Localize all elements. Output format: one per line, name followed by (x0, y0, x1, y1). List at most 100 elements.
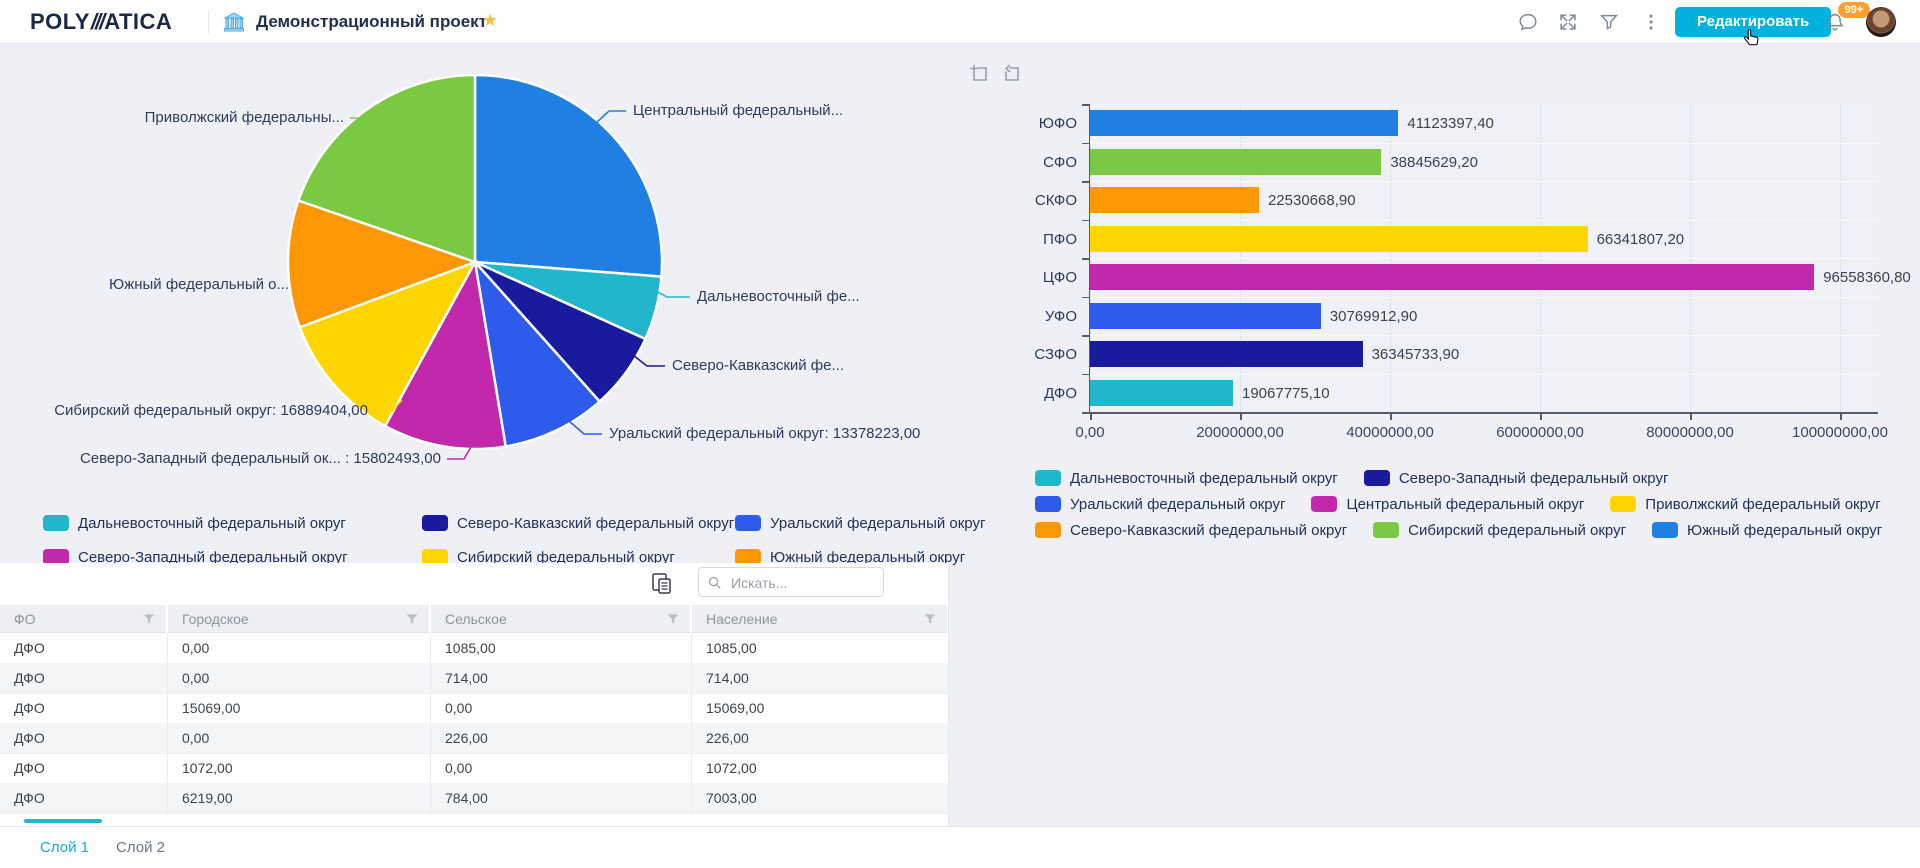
table-cell: 1085,00 (431, 633, 692, 663)
row-divider (0, 813, 948, 814)
bar-legend-row: Дальневосточный федеральный округ Северо-… (1035, 465, 1882, 491)
column-header-1[interactable]: ФО (0, 605, 168, 633)
bar-legend-item[interactable]: Дальневосточный федеральный округ (1035, 470, 1338, 487)
column-header-label: ФО (14, 611, 36, 627)
fullscreen-icon[interactable] (1557, 11, 1579, 33)
column-header-3[interactable]: Сельское (431, 605, 692, 633)
polymatica-logo[interactable]: POLY///ATICA (30, 9, 172, 35)
table-header-row: ФО Городское Сельское Население (0, 605, 948, 633)
bar-legend-item[interactable]: Центральный федеральный округ (1311, 496, 1584, 513)
x-axis-line (1083, 412, 1878, 414)
y-axis-category-label: СЗФО (1034, 346, 1077, 364)
table-horizontal-scrollbar[interactable] (24, 819, 102, 823)
tab-слой-2[interactable]: Слой 2 (116, 827, 165, 868)
search-icon (708, 576, 721, 589)
bar-legend-item[interactable]: Северо-Кавказский федеральный округ (1035, 522, 1347, 539)
column-header-4[interactable]: Население (692, 605, 948, 633)
legend-label: Северо-Западный федеральный округ (1398, 469, 1669, 487)
legend-swatch-icon (1652, 522, 1679, 538)
table-row[interactable]: ДФО 0,00 714,00 714,00 (0, 663, 948, 693)
table-row[interactable]: ДФО 15069,00 0,00 15069,00 (0, 693, 948, 723)
legend-swatch-icon (1035, 522, 1061, 538)
bar-legend-item[interactable]: Южный федеральный округ (1652, 522, 1882, 539)
y-axis-tick (1082, 181, 1089, 183)
favorite-star-icon[interactable]: ★ (482, 10, 498, 31)
bar-legend-item[interactable]: Северо-Западный федеральный округ (1363, 469, 1669, 487)
x-axis-tick-label: 60000000,00 (1496, 424, 1584, 441)
bar-value-label: 22530668,90 (1267, 192, 1356, 210)
table-row[interactable]: ДФО 0,00 1085,00 1085,00 (0, 633, 948, 663)
pie-legend-item[interactable]: Уральский федеральный округ (735, 515, 985, 532)
bar-legend-item[interactable]: Приволжский федеральный округ (1610, 495, 1881, 513)
x-axis-tick (1090, 414, 1092, 420)
bar-chart-panel: 0,00 20000000,00 40000000,00 60000000,00 800… (955, 44, 1920, 570)
x-axis-tick (1840, 414, 1842, 420)
table-cell: ДФО (0, 783, 168, 813)
bar-ПФО[interactable] (1090, 225, 1588, 252)
bar-ЮФО[interactable] (1090, 110, 1399, 137)
y-axis-tick (1082, 296, 1089, 298)
bar-ДФО[interactable] (1090, 379, 1233, 406)
filter-funnel-icon[interactable] (666, 612, 680, 626)
column-header-label: Городское (182, 611, 249, 627)
x-axis-tick-label: 20000000,00 (1196, 424, 1284, 441)
filter-funnel-icon[interactable] (142, 612, 156, 626)
user-avatar[interactable] (1866, 7, 1896, 37)
table-row[interactable]: ДФО 6219,00 784,00 7003,00 (0, 783, 948, 813)
y-axis-category-label: СКФО (1034, 192, 1077, 210)
gridline-horizontal (1090, 335, 1878, 336)
bar-СЗФО[interactable] (1090, 341, 1363, 368)
bar-СКФО[interactable] (1090, 187, 1259, 214)
bar-legend-item[interactable]: Сибирский федеральный округ (1373, 522, 1626, 539)
legend-swatch-icon (1311, 496, 1338, 512)
table-row[interactable]: ДФО 1072,00 0,00 1072,00 (0, 753, 948, 783)
filter-funnel-icon[interactable] (405, 612, 419, 626)
y-axis-category-label: УФО (1044, 307, 1077, 325)
bar-legend-item[interactable]: Уральский федеральный округ (1035, 496, 1285, 513)
table-cell: ДФО (0, 753, 168, 783)
bar-value-label: 38845629,20 (1390, 153, 1478, 171)
y-axis-category-label: ЦФО (1042, 269, 1077, 287)
legend-label: Сибирский федеральный округ (1408, 521, 1627, 539)
column-header-2[interactable]: Городское (168, 605, 431, 633)
bar-plot-area[interactable] (1090, 104, 1878, 412)
table-cell: 784,00 (431, 783, 692, 813)
x-axis-tick (1690, 414, 1692, 420)
table-cell: ДФО (0, 663, 168, 693)
bar-ЦФО[interactable] (1090, 264, 1815, 291)
tab-слой-1[interactable]: Слой 1 (40, 827, 89, 868)
table-cell: 1072,00 (692, 753, 948, 783)
legend-label: Приволжский федеральный округ (1645, 495, 1881, 513)
zoom-selection-icon[interactable] (968, 62, 992, 86)
table-cell: 15069,00 (168, 693, 431, 723)
copy-table-icon[interactable] (648, 570, 676, 598)
bar-УФО[interactable] (1090, 302, 1321, 329)
y-axis-tick (1082, 219, 1089, 221)
table-cell: 7003,00 (692, 783, 948, 813)
pie-legend-row: Дальневосточный федеральный округ Северо-… (43, 506, 985, 540)
gridline-horizontal (1090, 258, 1878, 259)
comments-icon[interactable] (1517, 11, 1539, 33)
pie-slice-label: Сибирский федеральный округ: 16889404,00 (54, 402, 368, 419)
pie-legend-item[interactable]: Северо-Кавказский федеральный округ (422, 515, 735, 532)
filter-funnel-icon[interactable] (923, 612, 937, 626)
filter-icon[interactable] (1598, 11, 1620, 33)
table-cell: 226,00 (431, 723, 692, 753)
top-bar: POLY///ATICA Демонстрационный проект ★ Р… (0, 0, 1920, 44)
reset-zoom-icon[interactable] (1000, 62, 1024, 86)
gridline-horizontal (1090, 142, 1878, 144)
table-row[interactable]: ДФО 0,00 226,00 226,00 (0, 723, 948, 753)
bar-СФО[interactable] (1090, 148, 1382, 175)
legend-label: Уральский федеральный округ (770, 514, 986, 532)
legend-label: Северо-Кавказский федеральный округ (457, 514, 735, 532)
pie-legend-item[interactable]: Дальневосточный федеральный округ (43, 515, 422, 532)
gridline-horizontal (1090, 219, 1878, 221)
legend-swatch-icon (1373, 522, 1400, 538)
legend-swatch-icon (1610, 496, 1637, 512)
bar-legend: Дальневосточный федеральный округ Северо-… (1035, 465, 1882, 543)
search-input[interactable] (729, 569, 881, 597)
more-menu-icon[interactable] (1640, 11, 1662, 33)
layer-tab-bar: Слой 1 Слой 2 (0, 826, 1920, 868)
y-axis-category-label: ДФО (1044, 384, 1077, 402)
legend-swatch-icon (43, 515, 69, 531)
